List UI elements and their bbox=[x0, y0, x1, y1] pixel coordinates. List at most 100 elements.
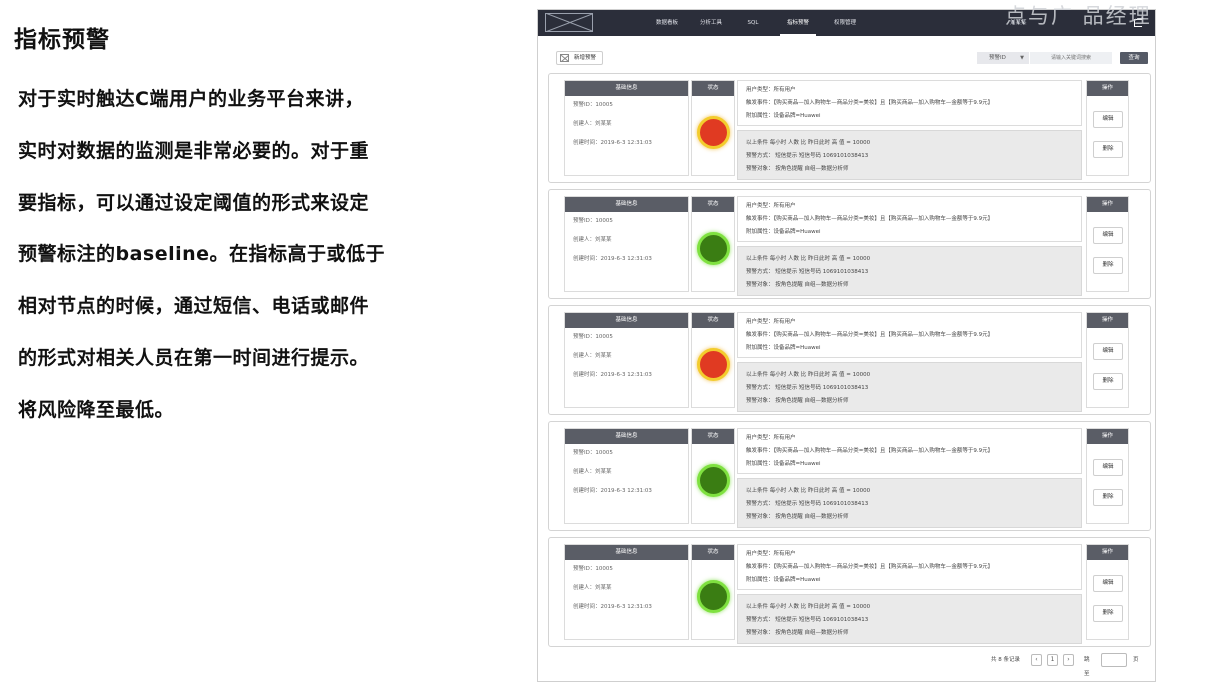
delete-button[interactable]: 删除 bbox=[1093, 257, 1123, 274]
alert-created-time: 创建时间：2019-6-3 12:31:03 bbox=[573, 256, 652, 262]
new-alert-button[interactable]: 新增预警 bbox=[556, 51, 604, 65]
nav-item-sql[interactable]: SQL bbox=[740, 10, 766, 36]
status-light-indicator bbox=[697, 348, 730, 381]
slide-line: 实时对数据的监测是非常必要的。对于重 bbox=[18, 139, 370, 162]
delete-button[interactable]: 删除 bbox=[1093, 373, 1123, 390]
alert-condition-box: 以上条件 每小时 人数 比 昨日此时 高 值 = 10000 预警方式： 短信提… bbox=[737, 594, 1082, 644]
jump-label: 跳至 bbox=[1084, 657, 1090, 677]
extra-attribute: 附加属性：设备品牌=Huawei bbox=[746, 229, 821, 235]
slide-line: 预警标注的baseline。在指标高于或低于 bbox=[18, 243, 386, 266]
edit-button[interactable]: 编辑 bbox=[1093, 459, 1123, 476]
edit-button[interactable]: 编辑 bbox=[1093, 111, 1123, 128]
alert-target: 预警对象： 按角色提醒 自组—数据分析师 bbox=[746, 166, 849, 172]
alert-detail-column: 用户类型：所有用户 触发事件：【购买商品—加入购物车—商品分类=美妆】且【购买商… bbox=[737, 196, 1082, 296]
operations-column: 操作 编辑 删除 bbox=[1086, 428, 1129, 524]
alert-rule-box: 用户类型：所有用户 触发事件：【购买商品—加入购物车—商品分类=美妆】且【购买商… bbox=[737, 312, 1082, 358]
alert-card-body: 基础信息 预警ID：10005 创建人：刘某某 创建时间：2019-6-3 12… bbox=[554, 428, 1145, 528]
user-type: 用户类型：所有用户 bbox=[746, 203, 796, 209]
alert-target: 预警对象： 按角色提醒 自组—数据分析师 bbox=[746, 630, 849, 636]
alert-condition-box: 以上条件 每小时 人数 比 昨日此时 高 值 = 10000 预警方式： 短信提… bbox=[737, 246, 1082, 296]
alert-card-list: 基础信息 预警ID：10005 创建人：刘某某 创建时间：2019-6-3 12… bbox=[548, 73, 1151, 653]
delete-button[interactable]: 删除 bbox=[1093, 489, 1123, 506]
chevron-down-icon: ▼ bbox=[1020, 55, 1024, 61]
trigger-event: 触发事件：【购买商品—加入购物车—商品分类=美妆】且【购买商品—加入购物车—金额… bbox=[746, 448, 994, 454]
alert-condition-box: 以上条件 每小时 人数 比 昨日此时 高 值 = 10000 预警方式： 短信提… bbox=[737, 130, 1082, 180]
alert-rule-box: 用户类型：所有用户 触发事件：【购买商品—加入购物车—商品分类=美妆】且【购买商… bbox=[737, 544, 1082, 590]
new-alert-label: 新增预警 bbox=[574, 55, 597, 61]
alert-id: 预警ID：10005 bbox=[573, 218, 613, 224]
alert-card: 基础信息 预警ID：10005 创建人：刘某某 创建时间：2019-6-3 12… bbox=[548, 73, 1151, 183]
alert-created-time: 创建时间：2019-6-3 12:31:03 bbox=[573, 488, 652, 494]
page-number-button[interactable]: 1 bbox=[1047, 654, 1058, 666]
edit-button[interactable]: 编辑 bbox=[1093, 343, 1123, 360]
toolbar: 新增预警 预警ID ▼ 查询 bbox=[548, 44, 1148, 72]
slide-line: 对于实时触达C端用户的业务平台来讲， bbox=[18, 88, 364, 110]
user-type: 用户类型：所有用户 bbox=[746, 87, 796, 93]
slide-line: 将风险降至最低。 bbox=[18, 398, 175, 421]
edit-button[interactable]: 编辑 bbox=[1093, 227, 1123, 244]
alert-rule-box: 用户类型：所有用户 触发事件：【购买商品—加入购物车—商品分类=美妆】且【购买商… bbox=[737, 80, 1082, 126]
alert-id: 预警ID：10005 bbox=[573, 566, 613, 572]
extra-attribute: 附加属性：设备品牌=Huawei bbox=[746, 577, 821, 583]
slide-line: 相对节点的时候，通过短信、电话或邮件 bbox=[18, 295, 370, 318]
status-header: 状态 bbox=[692, 429, 734, 444]
nav-item-permissions[interactable]: 权限管理 bbox=[828, 10, 862, 36]
basic-info-header: 基础信息 bbox=[565, 545, 688, 560]
basic-info-header: 基础信息 bbox=[565, 81, 688, 96]
operations-column: 操作 编辑 删除 bbox=[1086, 544, 1129, 640]
operations-header: 操作 bbox=[1087, 313, 1128, 328]
alert-detail-column: 用户类型：所有用户 触发事件：【购买商品—加入购物车—商品分类=美妆】且【购买商… bbox=[737, 544, 1082, 644]
status-header: 状态 bbox=[692, 545, 734, 560]
watermark: 点与广 品经理 bbox=[1005, 4, 1152, 28]
operations-header: 操作 bbox=[1087, 545, 1128, 560]
nav-item-metric-alert[interactable]: 指标预警 bbox=[780, 10, 816, 36]
alert-method: 预警方式： 短信提示 短信号码 1069101038413 bbox=[746, 501, 869, 507]
user-type: 用户类型：所有用户 bbox=[746, 319, 796, 325]
jump-page-input[interactable] bbox=[1101, 653, 1127, 667]
operations-header: 操作 bbox=[1087, 197, 1128, 212]
delete-button[interactable]: 删除 bbox=[1093, 605, 1123, 622]
status-column: 状态 bbox=[691, 312, 735, 408]
alert-card: 基础信息 预警ID：10005 创建人：刘某某 创建时间：2019-6-3 12… bbox=[548, 189, 1151, 299]
status-header: 状态 bbox=[692, 313, 734, 328]
alert-creator: 创建人：刘某某 bbox=[573, 585, 612, 591]
alert-rule-box: 用户类型：所有用户 触发事件：【购买商品—加入购物车—商品分类=美妆】且【购买商… bbox=[737, 196, 1082, 242]
status-column: 状态 bbox=[691, 428, 735, 524]
alert-page-mockup: 数据看板 分析工具 SQL 指标预警 权限管理 刘某某 新增预警 预警ID ▼ … bbox=[537, 9, 1156, 682]
basic-info-column: 基础信息 预警ID：10005 创建人：刘某某 创建时间：2019-6-3 12… bbox=[564, 544, 689, 640]
edit-button[interactable]: 编辑 bbox=[1093, 575, 1123, 592]
alert-method: 预警方式： 短信提示 短信号码 1069101038413 bbox=[746, 153, 869, 159]
operations-header: 操作 bbox=[1087, 81, 1128, 96]
alert-creator: 创建人：刘某某 bbox=[573, 121, 612, 127]
alert-condition: 以上条件 每小时 人数 比 昨日此时 高 值 = 10000 bbox=[746, 488, 871, 494]
status-header: 状态 bbox=[692, 197, 734, 212]
search-button[interactable]: 查询 bbox=[1120, 52, 1148, 64]
alert-card: 基础信息 预警ID：10005 创建人：刘某某 创建时间：2019-6-3 12… bbox=[548, 305, 1151, 415]
alert-card: 基础信息 预警ID：10005 创建人：刘某某 创建时间：2019-6-3 12… bbox=[548, 537, 1151, 647]
trigger-event: 触发事件：【购买商品—加入购物车—商品分类=美妆】且【购买商品—加入购物车—金额… bbox=[746, 332, 994, 338]
alert-created-time: 创建时间：2019-6-3 12:31:03 bbox=[573, 372, 652, 378]
trigger-event: 触发事件：【购买商品—加入购物车—商品分类=美妆】且【购买商品—加入购物车—金额… bbox=[746, 216, 994, 222]
extra-attribute: 附加属性：设备品牌=Huawei bbox=[746, 461, 821, 467]
alert-id: 预警ID：10005 bbox=[573, 334, 613, 340]
alert-created-time: 创建时间：2019-6-3 12:31:03 bbox=[573, 140, 652, 146]
alert-id: 预警ID：10005 bbox=[573, 102, 613, 108]
logo-placeholder bbox=[545, 13, 593, 32]
prev-page-button[interactable]: ‹ bbox=[1031, 654, 1042, 666]
status-column: 状态 bbox=[691, 196, 735, 292]
search-field-select[interactable]: 预警ID ▼ bbox=[977, 52, 1029, 64]
nav-item-analysis-tools[interactable]: 分析工具 bbox=[694, 10, 728, 36]
delete-button[interactable]: 删除 bbox=[1093, 141, 1123, 158]
extra-attribute: 附加属性：设备品牌=Huawei bbox=[746, 345, 821, 351]
alert-detail-column: 用户类型：所有用户 触发事件：【购买商品—加入购物车—商品分类=美妆】且【购买商… bbox=[737, 428, 1082, 528]
alert-target: 预警对象： 按角色提醒 自组—数据分析师 bbox=[746, 282, 849, 288]
alert-creator: 创建人：刘某某 bbox=[573, 353, 612, 359]
alert-condition-box: 以上条件 每小时 人数 比 昨日此时 高 值 = 10000 预警方式： 短信提… bbox=[737, 362, 1082, 412]
status-light-indicator bbox=[697, 580, 730, 613]
trigger-event: 触发事件：【购买商品—加入购物车—商品分类=美妆】且【购买商品—加入购物车—金额… bbox=[746, 100, 994, 106]
alert-detail-column: 用户类型：所有用户 触发事件：【购买商品—加入购物车—商品分类=美妆】且【购买商… bbox=[737, 80, 1082, 180]
alert-condition: 以上条件 每小时 人数 比 昨日此时 高 值 = 10000 bbox=[746, 372, 871, 378]
search-input[interactable] bbox=[1030, 52, 1112, 64]
nav-item-dashboard[interactable]: 数据看板 bbox=[650, 10, 684, 36]
next-page-button[interactable]: › bbox=[1063, 654, 1074, 666]
